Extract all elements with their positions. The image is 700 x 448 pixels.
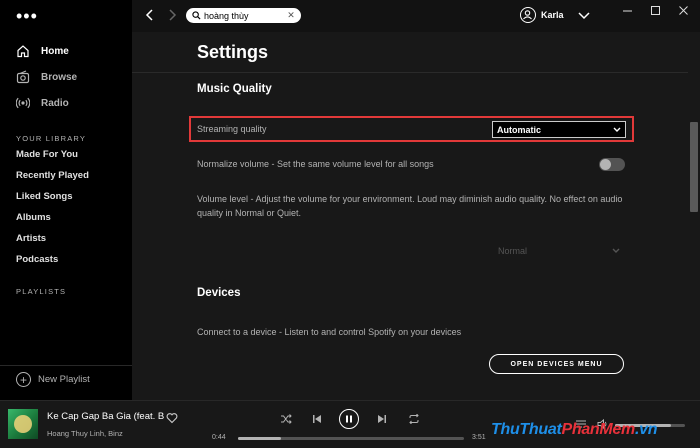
new-playlist-button[interactable]: + New Playlist — [16, 372, 90, 387]
track-artist[interactable]: Hoang Thuy Linh, Binz — [47, 429, 165, 438]
close-window-icon[interactable] — [676, 4, 690, 16]
album-cover[interactable] — [8, 409, 38, 439]
new-playlist-label: New Playlist — [38, 374, 90, 385]
back-arrow-icon[interactable] — [142, 7, 158, 23]
clear-search-icon[interactable]: ✕ — [285, 10, 297, 21]
library-item-made-for-you[interactable]: Made For You — [16, 149, 78, 160]
watermark: ThuThuatPhanMem.vn — [491, 421, 658, 438]
plus-icon: + — [16, 372, 31, 387]
playback-progress-fill — [238, 437, 281, 440]
normalize-volume-label: Normalize volume - Set the same volume l… — [197, 159, 434, 169]
next-track-icon[interactable] — [375, 412, 389, 426]
streaming-quality-value: Automatic — [497, 124, 542, 135]
sidebar-item-browse[interactable]: Browse — [16, 68, 77, 86]
header-divider — [132, 72, 688, 73]
track-title[interactable]: Ke Cap Gap Ba Gia (feat. B — [47, 411, 165, 422]
chevron-down-icon[interactable] — [576, 8, 592, 24]
radio-box-icon — [16, 70, 30, 84]
heart-icon[interactable] — [166, 411, 178, 424]
sidebar-divider — [0, 365, 132, 366]
playback-progress-bar[interactable] — [238, 437, 464, 440]
toggle-knob — [600, 159, 611, 170]
scrollbar-thumb[interactable] — [690, 122, 698, 212]
track-duration: 3:51 — [472, 434, 486, 441]
playlists-section-title: PLAYLISTS — [16, 287, 67, 296]
search-input[interactable]: hoàng thùy — [204, 11, 285, 21]
devices-heading: Devices — [197, 287, 241, 299]
maximize-window-icon[interactable] — [648, 4, 662, 16]
library-section-title: YOUR LIBRARY — [16, 134, 87, 143]
more-menu-icon[interactable]: ••• — [16, 7, 38, 25]
library-item-artists[interactable]: Artists — [16, 233, 46, 244]
streaming-quality-select[interactable]: Automatic — [492, 121, 626, 138]
devices-label: Connect to a device - Listen to and cont… — [197, 327, 462, 337]
open-devices-menu-button[interactable]: OPEN DEVICES MENU — [489, 354, 624, 374]
sidebar-item-radio[interactable]: Radio — [16, 94, 69, 112]
sidebar: ••• Home Browse Radio YOUR LIBRARY Made … — [0, 0, 132, 400]
pause-icon — [346, 415, 352, 423]
chevron-down-icon — [613, 125, 621, 135]
normalize-volume-toggle[interactable] — [599, 158, 625, 171]
volume-level-value: Normal — [498, 246, 528, 256]
page-title: Settings — [197, 42, 269, 62]
forward-arrow-icon[interactable] — [164, 7, 180, 23]
library-item-albums[interactable]: Albums — [16, 212, 51, 223]
search-field[interactable]: hoàng thùy ✕ — [186, 8, 301, 23]
home-icon — [16, 44, 30, 58]
sidebar-item-label: Home — [41, 45, 69, 57]
scrollbar[interactable] — [688, 32, 700, 400]
sidebar-item-label: Radio — [41, 97, 69, 109]
sidebar-item-home[interactable]: Home — [16, 42, 69, 60]
library-item-podcasts[interactable]: Podcasts — [16, 254, 58, 265]
user-menu[interactable]: Karla — [520, 7, 564, 23]
pause-button[interactable] — [339, 409, 359, 429]
library-item-liked-songs[interactable]: Liked Songs — [16, 191, 72, 202]
streaming-quality-label: Streaming quality — [197, 124, 267, 134]
volume-level-label: Volume level - Adjust the volume for you… — [197, 194, 623, 218]
chevron-down-icon — [612, 246, 620, 256]
library-item-recently-played[interactable]: Recently Played — [16, 170, 89, 181]
music-quality-heading: Music Quality — [197, 83, 272, 95]
repeat-icon[interactable] — [407, 412, 421, 426]
radio-waves-icon — [16, 96, 30, 110]
volume-level-select[interactable]: Normal — [494, 244, 624, 258]
search-icon — [192, 7, 201, 25]
sidebar-item-label: Browse — [41, 71, 78, 83]
previous-track-icon[interactable] — [310, 412, 324, 426]
shuffle-icon[interactable] — [279, 412, 293, 426]
settings-page: Settings Music Quality Streaming quality… — [132, 32, 700, 400]
user-avatar-icon — [520, 7, 536, 23]
user-name: Karla — [541, 10, 564, 20]
elapsed-time: 0:44 — [212, 434, 226, 441]
minimize-window-icon[interactable] — [620, 4, 634, 16]
